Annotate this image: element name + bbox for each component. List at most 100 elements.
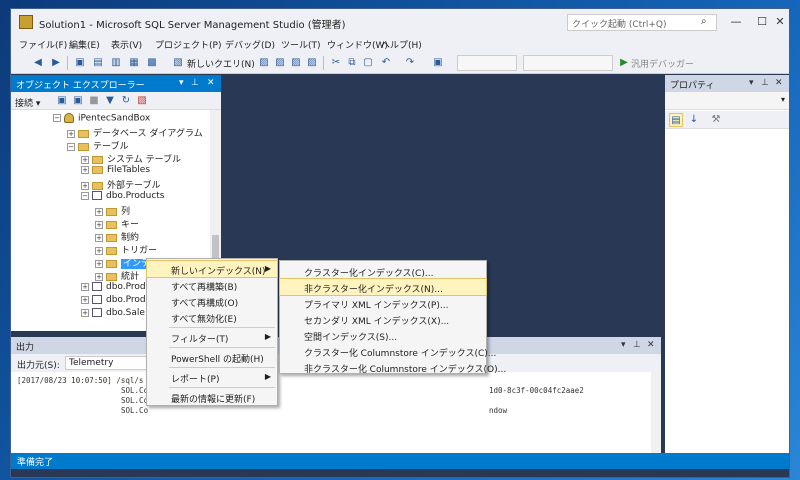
- connect-button[interactable]: 接続 ▾: [15, 96, 40, 109]
- menu-item-primary-xml-index[interactable]: プライマリ XML インデックス(P)...: [280, 295, 486, 311]
- new-query-icon[interactable]: ▧: [171, 56, 185, 70]
- expand-icon[interactable]: +: [81, 295, 89, 304]
- menu-item-reports[interactable]: レポート(P) ▶: [147, 369, 277, 385]
- menu-help[interactable]: ヘルプ(H): [381, 38, 422, 51]
- menu-item-nonclustered-columnstore-index[interactable]: 非クラスター化 Columnstore インデックス(O)...: [280, 359, 506, 375]
- tree-node-products[interactable]: − dbo.Products: [81, 191, 165, 204]
- stop-icon[interactable]: ■: [87, 94, 101, 108]
- menu-edit[interactable]: 編集(E): [69, 38, 100, 51]
- tree-node-database[interactable]: − iPentecSandBox: [53, 113, 150, 126]
- menu-item-clustered-columnstore-index[interactable]: クラスター化 Columnstore インデックス(C)...: [280, 343, 496, 359]
- menu-item-nonclustered-index[interactable]: 非クラスター化インデックス(N)...: [279, 278, 487, 296]
- menu-file[interactable]: ファイル(F): [19, 38, 67, 51]
- pin-icon[interactable]: ⊥: [633, 340, 641, 350]
- pin-icon[interactable]: ⊥: [191, 78, 199, 88]
- tree-node-tables[interactable]: − テーブル: [67, 139, 128, 152]
- new-query-button[interactable]: 新しいクエリ(N): [187, 57, 255, 70]
- tree-node-filetables[interactable]: + FileTables: [81, 165, 150, 178]
- menu-window[interactable]: ウィンドウ(W): [327, 38, 388, 51]
- refresh-icon[interactable]: ↻: [119, 94, 133, 108]
- expand-icon[interactable]: +: [81, 181, 89, 190]
- menu-item-start-powershell[interactable]: PowerShell の起動(H): [147, 349, 277, 365]
- quick-launch-input[interactable]: クイック起動 (Ctrl+Q): [567, 14, 717, 31]
- expand-icon[interactable]: +: [95, 259, 103, 268]
- save-all-icon[interactable]: ▩: [145, 56, 159, 70]
- expand-icon[interactable]: +: [81, 308, 89, 317]
- collapse-icon[interactable]: −: [53, 114, 61, 122]
- object-selector-dropdown[interactable]: ▾: [665, 92, 789, 110]
- tree-node-external-tables[interactable]: + 外部テーブル: [81, 178, 160, 191]
- menu-item-secondary-xml-index[interactable]: セカンダリ XML インデックス(X)...: [280, 311, 486, 327]
- minimize-button[interactable]: —: [723, 12, 749, 32]
- start-debug-icon[interactable]: ▶: [617, 56, 631, 70]
- copy-icon[interactable]: ⧉: [345, 56, 359, 70]
- expand-icon[interactable]: +: [95, 246, 103, 255]
- activity-monitor-icon[interactable]: ▣: [431, 56, 445, 70]
- open-file-icon[interactable]: ▥: [109, 56, 123, 70]
- pin-icon[interactable]: ⊥: [761, 78, 769, 88]
- collapse-icon[interactable]: −: [67, 142, 75, 151]
- tree-node-columns[interactable]: + 列: [95, 204, 130, 217]
- paste-icon[interactable]: ▢: [361, 56, 375, 70]
- expand-icon[interactable]: +: [95, 207, 103, 216]
- menu-debug[interactable]: デバッグ(D): [225, 38, 275, 51]
- output-source-dropdown[interactable]: Telemetry: [65, 356, 155, 370]
- dropdown-icon[interactable]: ▾: [749, 78, 754, 88]
- configuration-dropdown[interactable]: [457, 55, 517, 71]
- menu-item-refresh[interactable]: 最新の情報に更新(F): [147, 389, 277, 405]
- cut-icon[interactable]: ✂: [329, 56, 343, 70]
- output-text-area[interactable]: [2017/08/23 10:07:50] /sql/s SOL.Co SOL.…: [11, 372, 651, 457]
- menu-item-disable-all[interactable]: すべて無効化(E): [147, 309, 277, 325]
- tree-node-constraints[interactable]: + 制約: [95, 230, 139, 243]
- output-scrollbar[interactable]: [651, 372, 661, 457]
- expand-icon[interactable]: +: [81, 155, 89, 164]
- activity-icon[interactable]: ▧: [135, 94, 149, 108]
- dmx-query-icon[interactable]: ▨: [289, 56, 303, 70]
- menu-tools[interactable]: ツール(T): [281, 38, 321, 51]
- tree-node-statistics[interactable]: + 統計: [95, 269, 139, 282]
- forward-icon[interactable]: ▶: [49, 56, 63, 70]
- new-project-icon[interactable]: ▣: [73, 56, 87, 70]
- menu-project[interactable]: プロジェクト(P): [155, 38, 221, 51]
- menu-item-clustered-index[interactable]: クラスター化インデックス(C)...: [280, 263, 486, 279]
- close-button[interactable]: ✕: [767, 12, 793, 32]
- dropdown-icon[interactable]: ▾: [621, 340, 626, 350]
- close-icon[interactable]: ✕: [647, 340, 655, 350]
- save-icon[interactable]: ▦: [127, 56, 141, 70]
- menu-item-new-index[interactable]: 新しいインデックス(N) ▶: [146, 260, 278, 278]
- connect-icon[interactable]: ▣: [55, 94, 69, 108]
- tree-node-table[interactable]: + dbo.Produ: [81, 282, 151, 295]
- menu-item-rebuild-all[interactable]: すべて再構築(B): [147, 277, 277, 293]
- menu-item-spatial-index[interactable]: 空間インデックス(S)...: [280, 327, 486, 343]
- tree-node-keys[interactable]: + キー: [95, 217, 139, 230]
- close-icon[interactable]: ✕: [207, 78, 215, 88]
- menu-view[interactable]: 表示(V): [111, 38, 142, 51]
- expand-icon[interactable]: +: [95, 220, 103, 229]
- tree-node-table[interactable]: + dbo.Sale: [81, 308, 145, 321]
- alphabetical-icon[interactable]: ↓: [687, 113, 701, 127]
- tree-node-diagrams[interactable]: + データベース ダイアグラム: [67, 126, 203, 139]
- close-icon[interactable]: ✕: [775, 78, 783, 88]
- tree-node-table[interactable]: + dbo.Produ: [81, 295, 151, 308]
- xmla-query-icon[interactable]: ▨: [305, 56, 319, 70]
- chevron-down-icon[interactable]: ▾: [781, 95, 785, 104]
- back-icon[interactable]: ◀: [31, 56, 45, 70]
- expand-icon[interactable]: +: [67, 129, 75, 138]
- undo-icon[interactable]: ↶: [379, 56, 393, 70]
- platform-dropdown[interactable]: [523, 55, 613, 71]
- tree-node-triggers[interactable]: + トリガー: [95, 243, 157, 256]
- expand-icon[interactable]: +: [95, 272, 103, 281]
- tree-node-system-tables[interactable]: + システム テーブル: [81, 152, 181, 165]
- disconnect-icon[interactable]: ▣: [71, 94, 85, 108]
- generic-debugger-button[interactable]: 汎用デバッガー: [631, 57, 694, 70]
- expand-icon[interactable]: +: [81, 282, 89, 291]
- db-engine-query-icon[interactable]: ▨: [257, 56, 271, 70]
- mdx-query-icon[interactable]: ▨: [273, 56, 287, 70]
- dropdown-icon[interactable]: ▾: [179, 78, 184, 88]
- collapse-icon[interactable]: −: [81, 191, 89, 200]
- property-pages-icon[interactable]: ⚒: [709, 113, 723, 127]
- menu-item-filter[interactable]: フィルター(T) ▶: [147, 329, 277, 345]
- title-bar[interactable]: Solution1 - Microsoft SQL Server Managem…: [11, 9, 789, 35]
- expand-icon[interactable]: +: [95, 233, 103, 242]
- menu-item-reorganize-all[interactable]: すべて再構成(O): [147, 293, 277, 309]
